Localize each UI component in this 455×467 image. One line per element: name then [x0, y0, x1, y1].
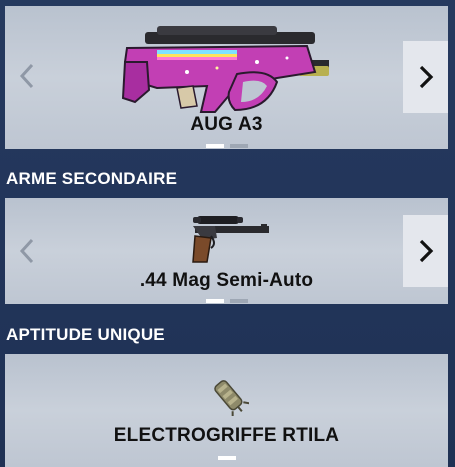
unique-ability-card[interactable]: ELECTROGRIFFE RTILA — [5, 354, 448, 467]
pager-dot-active[interactable] — [205, 299, 224, 303]
unique-ability-name: ELECTROGRIFFE RTILA — [113, 425, 340, 446]
ability-pager — [5, 456, 448, 460]
chevron-right-icon — [419, 239, 433, 263]
pager-dot[interactable] — [229, 299, 248, 303]
secondary-weapon-card[interactable]: .44 Mag Semi-Auto — [5, 198, 448, 304]
chevron-left-icon — [19, 238, 34, 264]
section-title-unique-ability: APTITUDE UNIQUE — [6, 325, 165, 344]
pager-dot-active[interactable] — [217, 456, 236, 460]
section-title-secondary-weapon: ARME SECONDAIRE — [6, 169, 178, 188]
pager-dot[interactable] — [229, 144, 248, 148]
aug-a3-rifle-icon — [121, 26, 329, 113]
secondary-prev-button[interactable] — [13, 231, 41, 271]
electroclaw-gadget-icon — [214, 380, 249, 416]
primary-weapon-card[interactable]: AUG A3 — [5, 6, 448, 149]
primary-pager — [5, 144, 448, 148]
44-mag-pistol-icon — [192, 216, 269, 263]
secondary-pager — [5, 299, 448, 303]
primary-next-button[interactable] — [403, 41, 448, 113]
chevron-right-icon — [419, 65, 433, 89]
pager-dot-active[interactable] — [205, 144, 224, 148]
secondary-weapon-name: .44 Mag Semi-Auto — [139, 270, 314, 291]
primary-weapon-name: AUG A3 — [190, 114, 263, 135]
primary-prev-button[interactable] — [13, 56, 41, 96]
chevron-left-icon — [19, 63, 34, 89]
